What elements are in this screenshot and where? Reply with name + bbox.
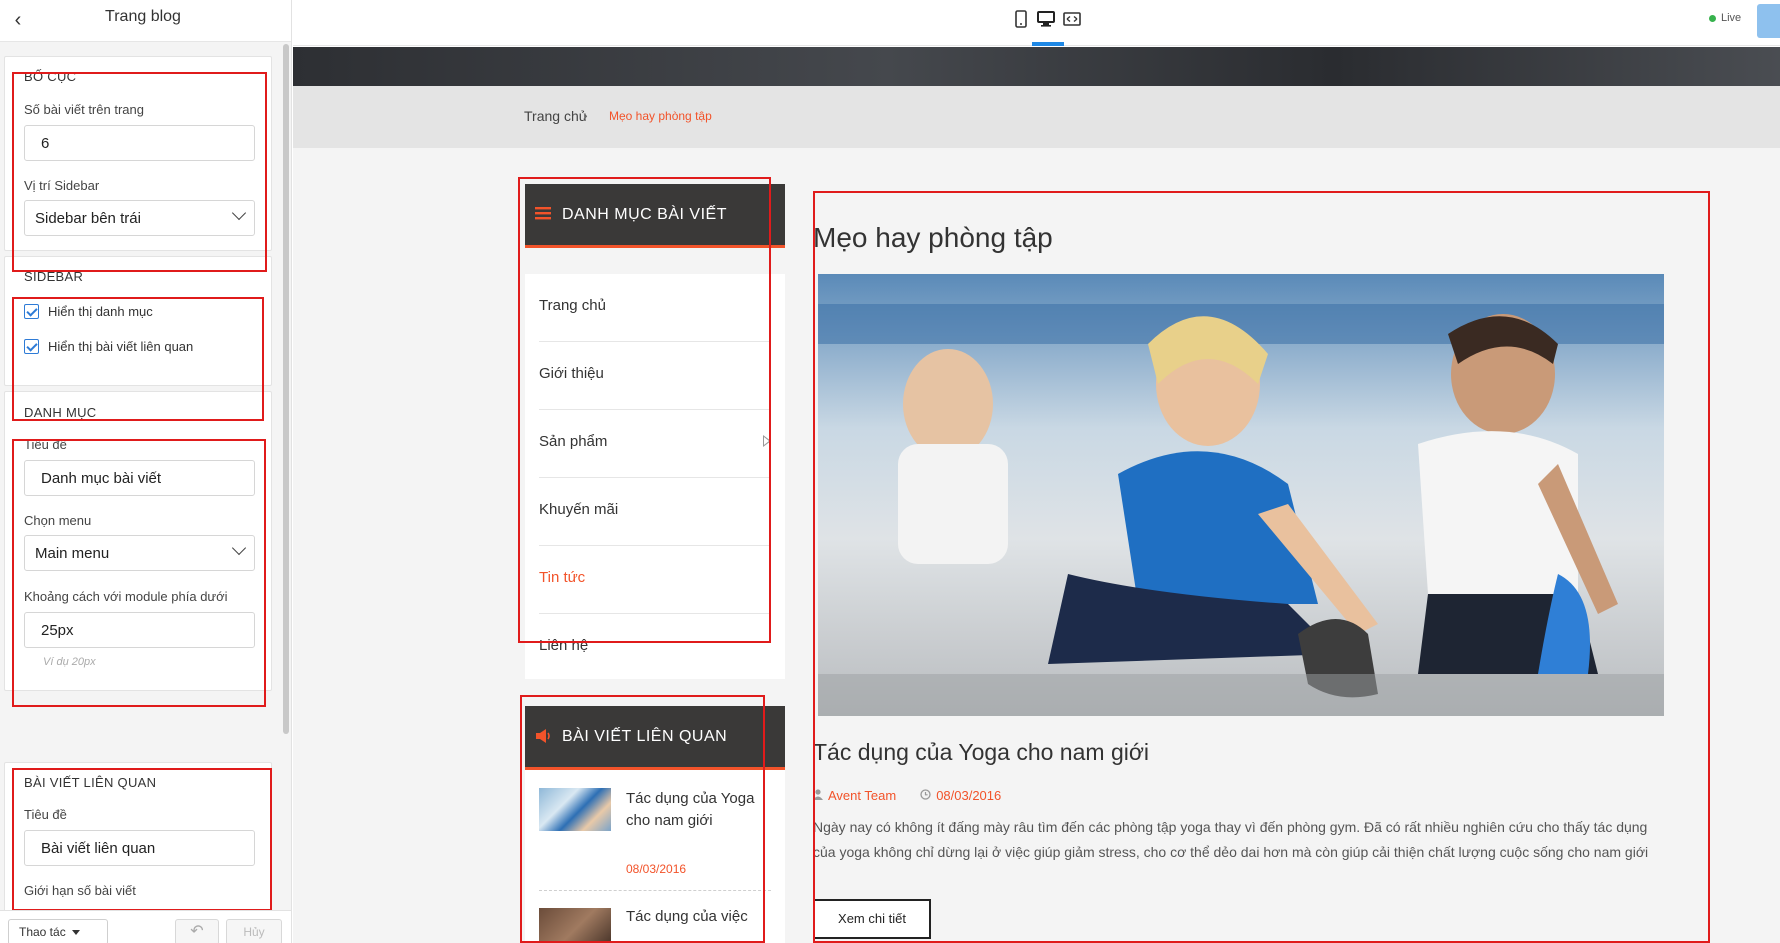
related-widget-header: BÀI VIẾT LIÊN QUAN <box>525 706 785 770</box>
breadcrumb-home[interactable]: Trang chủ <box>524 108 587 124</box>
post-date: 08/03/2016 <box>936 788 1002 803</box>
publish-button[interactable] <box>1757 4 1780 38</box>
category-title-label: Tiêu đề <box>24 437 67 452</box>
show-related-label: Hiển thị bài viết liên quan <box>48 338 194 354</box>
layout-card: Bố cục Số bài viết trên trang 6 Vị trí S… <box>4 56 272 251</box>
category-widget-header: DANH MỤC BÀI VIẾT <box>525 184 785 248</box>
sidebar-heading: SIDEBAR <box>24 269 84 284</box>
post-author[interactable]: Avent Team <box>828 788 896 803</box>
breadcrumb-current: Mẹo hay phòng tập <box>609 109 712 123</box>
mobile-icon[interactable] <box>1010 10 1032 32</box>
post-meta: Avent Team 08/03/2016 <box>813 788 1001 803</box>
related-title-input[interactable]: Bài viết liên quan <box>24 830 255 866</box>
related-post-date: 08/03/2016 <box>626 862 687 876</box>
chevron-down-icon <box>231 205 247 221</box>
caret-down-icon <box>71 930 80 936</box>
posts-per-page-input[interactable]: 6 <box>24 125 255 161</box>
menu-item-products[interactable]: Sản phẩm <box>539 410 771 478</box>
show-categories-checkbox[interactable]: Hiển thị danh mục <box>24 302 153 320</box>
menu-item-news[interactable]: Tin tức <box>539 546 771 614</box>
site-preview: Trang chủ › Mẹo hay phòng tập DANH MỤC B… <box>293 47 1780 943</box>
breadcrumb-separator: › <box>583 107 588 123</box>
related-posts-list: Tác dụng của Yoga cho nam giới 08/03/201… <box>525 770 785 943</box>
checkbox-checked-icon[interactable] <box>24 303 39 319</box>
related-card: BÀI VIẾT LIÊN QUAN Tiêu đề Bài viết liên… <box>4 762 272 910</box>
spacing-label: Khoảng cách với module phía dưới <box>24 589 228 604</box>
post-title[interactable]: Tác dụng của Yoga cho nam giới <box>813 739 1149 766</box>
preview-toolbar: Live <box>293 0 1780 46</box>
related-post-thumbnail[interactable] <box>539 788 611 831</box>
post-image[interactable] <box>818 274 1664 716</box>
wide-screen-icon[interactable] <box>1061 10 1083 32</box>
menu-item-contact[interactable]: Liên hệ <box>539 614 771 682</box>
hero-banner <box>293 47 1780 86</box>
panel-header: ‹ Trang blog <box>0 0 291 42</box>
menu-item-products-label: Sản phẩm <box>539 433 608 450</box>
category-menu: Trang chủ Giới thiệu Sản phẩm Khuyến mãi… <box>525 274 785 679</box>
related-post-title[interactable]: Tác dụng của Yoga cho nam giới <box>626 788 756 832</box>
menu-select-value: Main menu <box>35 545 110 562</box>
sidebar-position-select[interactable]: Sidebar bên trái <box>24 200 255 236</box>
sidebar-position-value: Sidebar bên trái <box>35 210 141 227</box>
live-label: Live <box>1721 12 1742 24</box>
read-more-button[interactable]: Xem chi tiết <box>813 899 931 939</box>
settings-panel: ‹ Trang blog Bố cục Số bài viết trên tra… <box>0 0 292 943</box>
category-widget-title: DANH MỤC BÀI VIẾT <box>562 206 727 223</box>
undo-icon: ↶ <box>190 923 204 940</box>
spacing-input[interactable]: 25px <box>24 612 255 648</box>
show-related-checkbox[interactable]: Hiển thị bài viết liên quan <box>24 337 193 355</box>
menu-item-about[interactable]: Giới thiệu <box>539 342 771 410</box>
actions-dropdown[interactable]: Thao tác <box>8 919 108 943</box>
panel-title: Trang blog <box>105 8 181 25</box>
category-card: DANH MỤC Tiêu đề Danh mục bài viết Chọn … <box>4 391 272 691</box>
post-excerpt: Ngày nay có không ít đấng mày râu tìm đế… <box>813 819 1649 860</box>
related-heading: BÀI VIẾT LIÊN QUAN <box>24 775 157 790</box>
posts-per-page-label: Số bài viết trên trang <box>24 102 144 117</box>
related-widget-title: BÀI VIẾT LIÊN QUAN <box>562 728 728 745</box>
cancel-button[interactable]: Hủy <box>226 919 282 943</box>
desktop-icon[interactable] <box>1035 10 1057 32</box>
user-icon <box>813 788 823 803</box>
page-title: Mẹo hay phòng tập <box>813 222 1053 253</box>
sidebar-card: SIDEBAR Hiển thị danh mục Hiển thị bài v… <box>4 256 272 386</box>
chevron-down-icon <box>231 540 247 556</box>
panel-footer: Thao tác ↶ Hủy <box>0 910 291 943</box>
undo-button[interactable]: ↶ <box>175 919 219 943</box>
live-dot-icon <box>1709 14 1716 22</box>
live-status: Live <box>1709 12 1741 24</box>
actions-label: Thao tác <box>19 925 66 939</box>
sidebar-position-label: Vị trí Sidebar <box>24 178 100 193</box>
menu-item-home[interactable]: Trang chủ <box>539 274 771 342</box>
spacing-hint: Ví dụ 20px <box>43 656 96 668</box>
submenu-arrow-icon[interactable] <box>763 435 771 447</box>
related-post-title[interactable]: Tác dụng của việc <box>626 908 786 925</box>
category-heading: DANH MỤC <box>24 405 97 420</box>
megaphone-icon <box>535 728 553 749</box>
show-categories-label: Hiển thị danh mục <box>48 303 153 319</box>
panel-scrollbar[interactable] <box>283 44 289 734</box>
settings-scroll-area[interactable]: Bố cục Số bài viết trên trang 6 Vị trí S… <box>0 44 291 910</box>
related-post-thumbnail[interactable] <box>539 908 611 943</box>
menu-lines-icon <box>535 206 551 225</box>
related-limit-label: Giới hạn số bài viết <box>24 883 136 898</box>
clock-icon <box>920 788 931 803</box>
checkbox-checked-icon[interactable] <box>24 338 39 354</box>
related-divider <box>539 890 771 891</box>
layout-heading: Bố cục <box>24 69 77 84</box>
menu-select-label: Chọn menu <box>24 513 92 528</box>
menu-item-promotions[interactable]: Khuyến mãi <box>539 478 771 546</box>
related-title-label: Tiêu đề <box>24 807 67 822</box>
breadcrumb: Trang chủ › Mẹo hay phòng tập <box>293 86 1780 148</box>
active-device-indicator <box>1032 42 1064 46</box>
category-title-input[interactable]: Danh mục bài viết <box>24 460 255 496</box>
menu-select[interactable]: Main menu <box>24 535 255 571</box>
